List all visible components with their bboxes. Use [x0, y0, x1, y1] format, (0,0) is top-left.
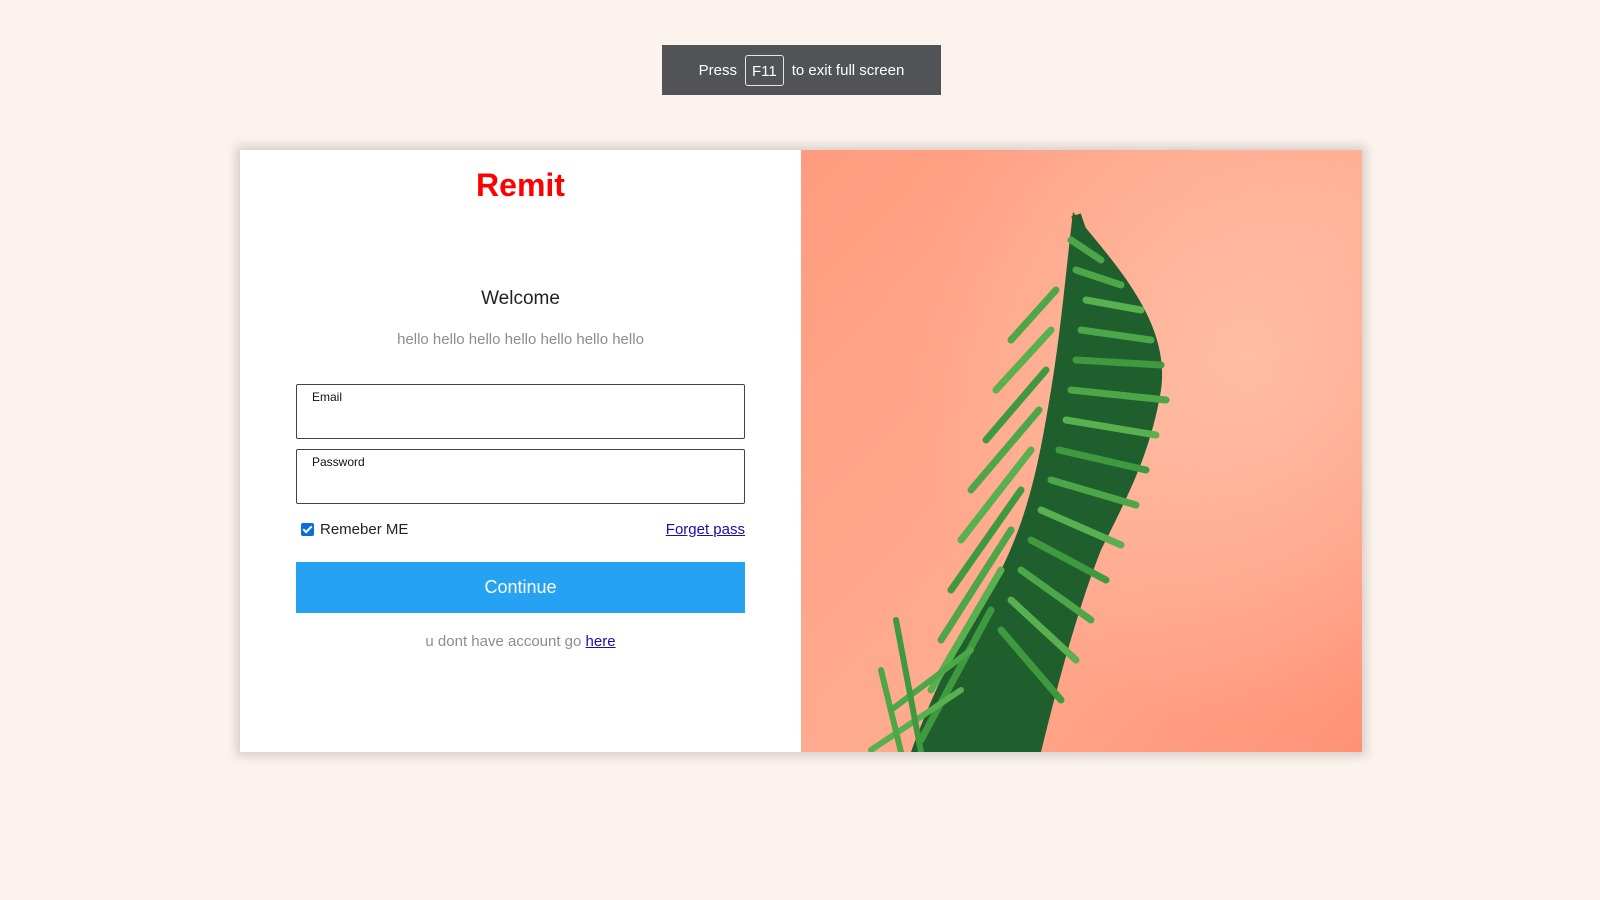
remember-me-checkbox[interactable] — [301, 522, 314, 536]
email-input[interactable] — [311, 408, 734, 432]
forgot-password-link[interactable]: Forget pass — [666, 521, 745, 538]
fullscreen-exit-toast: Press F11 to exit full screen — [662, 45, 941, 95]
remember-me-control[interactable]: Remeber ME — [296, 521, 408, 538]
login-card: Remit Welcome hello hello hello hello he… — [240, 150, 1362, 752]
toast-prefix: Press — [698, 61, 738, 79]
toast-suffix: to exit full screen — [791, 61, 905, 79]
remember-me-label: Remeber ME — [320, 520, 409, 538]
hero-image-panel — [801, 150, 1362, 752]
password-label: Password — [312, 455, 365, 469]
f11-key-badge: F11 — [745, 54, 784, 86]
welcome-subtitle: hello hello hello hello hello hello hell… — [397, 331, 644, 348]
remember-row: Remeber ME Forget pass — [296, 519, 745, 539]
password-input[interactable] — [311, 473, 734, 497]
signup-prompt: u dont have account go here — [240, 633, 801, 650]
signup-text: u dont have account go — [425, 633, 582, 650]
email-label: Email — [312, 390, 343, 404]
login-panel: Remit Welcome hello hello hello hello he… — [240, 150, 801, 752]
email-field[interactable]: Email — [296, 384, 745, 439]
continue-button[interactable]: Continue — [296, 562, 745, 613]
plant-image — [801, 150, 1362, 752]
password-field[interactable]: Password — [296, 449, 745, 504]
signup-here-link[interactable]: here — [586, 633, 616, 650]
brand-logo: Remit — [476, 167, 565, 203]
welcome-heading: Welcome — [481, 288, 560, 309]
